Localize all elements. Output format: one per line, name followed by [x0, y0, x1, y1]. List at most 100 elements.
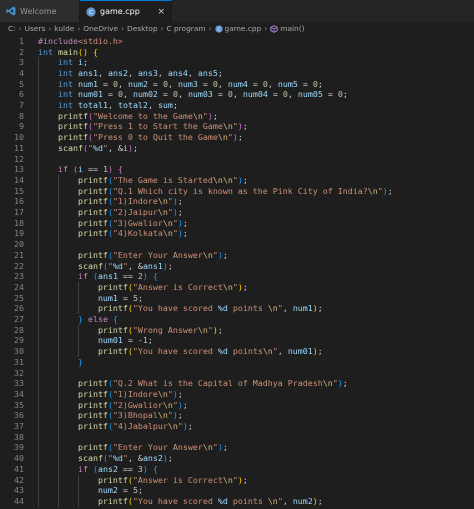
code-line[interactable]: 27 } else { [0, 314, 474, 325]
code-line[interactable]: 29 num01 = -1; [0, 335, 474, 346]
code-line[interactable]: 36 printf("3)Bhopal\n"); [0, 410, 474, 421]
tab-welcome[interactable]: Welcome [0, 0, 80, 22]
code-line[interactable]: 26 printf("You have scored %d points \n"… [0, 303, 474, 314]
indent-guide [78, 474, 79, 507]
code-line[interactable]: 22 scanf("%d", &ans1); [0, 261, 474, 272]
code-editor[interactable]: 1 #include<stdio.h> 2 int main() {3 int i; 4… [0, 35, 474, 509]
code-line[interactable]: 16 printf("1)Indore\n"); [0, 196, 474, 207]
breadcrumb-item[interactable]: kulde [54, 24, 74, 33]
breadcrumb-item[interactable]: main() [280, 24, 304, 33]
code-line[interactable]: 20 [0, 239, 474, 250]
code-line[interactable]: 15 printf("Q.1 Which city is known as th… [0, 186, 474, 197]
line-number: 23 [14, 271, 24, 282]
code-line[interactable]: 19 printf("4)Kolkata\n"); [0, 228, 474, 239]
code-token: printf [38, 410, 108, 421]
line-number: 5 [19, 78, 24, 89]
code-line[interactable]: 5 int num1 = 0, num2 = 0, num3 = 0, num4… [0, 79, 474, 90]
code-line[interactable]: 30 printf("You have scored %d points\n",… [0, 346, 474, 357]
vscode-logo-icon [6, 6, 16, 16]
code-line[interactable]: 14 printf("The Game is Started\n\n"); [0, 175, 474, 186]
code-token: "You have scored [132, 303, 218, 314]
close-tab-icon[interactable]: × [157, 7, 165, 17]
code-token: "Wrong Answer [132, 324, 198, 335]
code-token: ; [212, 110, 218, 121]
code-line[interactable]: 37 printf("4)Jabalpur\n"); [0, 421, 474, 432]
code-token: #include [38, 35, 78, 46]
code-line[interactable]: 32 [0, 368, 474, 379]
code-line[interactable]: 13 if (i == 1) { [0, 164, 474, 175]
code-token: printf [38, 399, 108, 410]
code-line[interactable]: 18 printf("3)Gwalior\n"); [0, 218, 474, 229]
code-line[interactable]: 34 printf("1)Indore\n"); [0, 389, 474, 400]
tab-game-cpp[interactable]: C game.cpp × [80, 0, 172, 22]
code-text: printf("Press 0 to Quit the Game\n"); [38, 132, 243, 143]
code-line[interactable]: 12 [0, 154, 474, 165]
code-line[interactable]: 44 printf("You have scored %d points \n"… [0, 496, 474, 507]
code-token: num04 [242, 89, 268, 100]
code-text: int ans1, ans2, ans3, ans4, ans5; [38, 68, 223, 79]
code-token: = [247, 78, 263, 89]
code-text: int main() { [38, 47, 98, 58]
code-line[interactable]: 4 int ans1, ans2, ans3, ans4, ans5; [0, 68, 474, 79]
breadcrumb-item[interactable]: Desktop [127, 24, 157, 33]
code-token: int [38, 46, 58, 57]
breadcrumb-item[interactable]: C program [166, 24, 205, 33]
code-line[interactable]: 7 int total1, total2, sum; [0, 100, 474, 111]
code-token: \n [222, 474, 233, 485]
breadcrumb-item[interactable]: Users [25, 24, 46, 33]
code-token: "1)Indore [112, 388, 158, 399]
code-line[interactable]: 2 int main() { [0, 47, 474, 58]
code-line[interactable]: 40 scanf("%d", &ans2); [0, 453, 474, 464]
code-text: printf("You have scored %d points \n", n… [38, 303, 323, 314]
breadcrumb-item[interactable]: game.cpp [225, 24, 262, 33]
code-line[interactable]: 39 printf("Enter Your Answer\n"); [0, 442, 474, 453]
code-line[interactable]: 21 printf("Enter Your Answer\n"); [0, 250, 474, 261]
code-token: points [227, 346, 263, 357]
code-text: scanf("%d", &i); [38, 143, 138, 154]
line-number: 24 [14, 281, 24, 292]
code-line[interactable]: 17 printf("2)Jaipur\n"); [0, 207, 474, 218]
code-token: = [117, 485, 133, 496]
code-token: ; [82, 57, 88, 68]
code-line[interactable]: 41 if (ans2 == 3) { [0, 464, 474, 475]
line-number: 2 [19, 46, 24, 57]
code-line[interactable]: 38 [0, 432, 474, 443]
code-line[interactable]: 43 num2 = 5; [0, 485, 474, 496]
code-text: } else { [38, 314, 118, 325]
code-token: ans3 [137, 67, 158, 78]
code-token: "2)Jaipur [112, 207, 158, 217]
breadcrumb-item[interactable]: OneDrive [83, 24, 118, 33]
line-number: 37 [14, 421, 24, 431]
code-line[interactable]: 11 scanf("%d", &i); [0, 143, 474, 154]
breadcrumb-item[interactable]: C: [8, 24, 16, 33]
code-line[interactable]: 35 printf("2)Gwalior\n"); [0, 400, 474, 411]
code-line[interactable]: 3 int i; [0, 57, 474, 68]
code-token: == [117, 271, 138, 282]
code-line[interactable]: 10 printf("Press 0 to Quit the Game\n"); [0, 132, 474, 143]
code-line[interactable]: 24 printf("Answer is Correct\n"); [0, 282, 474, 293]
code-line[interactable]: 8 printf("Welcome to the Game\n"); [0, 111, 474, 122]
code-text: printf("Wrong Answer\n"); [38, 325, 223, 336]
code-token: num01 [77, 89, 103, 100]
code-text: if (ans2 == 3) { [38, 464, 158, 475]
code-token: "2)Gwalior [112, 399, 163, 410]
code-line[interactable]: 31 } [0, 357, 474, 368]
code-text: if (ans1 == 2) { [38, 271, 158, 282]
code-token: ; [172, 100, 178, 110]
code-token: ; [342, 89, 348, 100]
code-text: } [38, 357, 83, 368]
code-token: == [117, 463, 138, 474]
code-line[interactable]: 9 printf("Press 1 to Start the Game\n"); [0, 121, 474, 132]
code-line[interactable]: 23 if (ans1 == 2) { [0, 271, 474, 282]
line-number: 21 [14, 249, 24, 260]
code-line[interactable]: 25 num1 = 5; [0, 293, 474, 304]
code-line[interactable]: 1 #include<stdio.h> [0, 36, 474, 47]
code-token: ans1 [142, 260, 163, 271]
code-token: , [157, 67, 168, 78]
code-line[interactable]: 6 int num01 = 0, num02 = 0, num03 = 0, n… [0, 89, 474, 100]
code-line[interactable]: 42 printf("Answer is Correct\n"); [0, 475, 474, 486]
code-token: ; [242, 474, 248, 485]
indent-guide [58, 174, 59, 507]
code-line[interactable]: 28 printf("Wrong Answer\n"); [0, 325, 474, 336]
code-line[interactable]: 33 printf("Q.2 What is the Capital of Ma… [0, 378, 474, 389]
